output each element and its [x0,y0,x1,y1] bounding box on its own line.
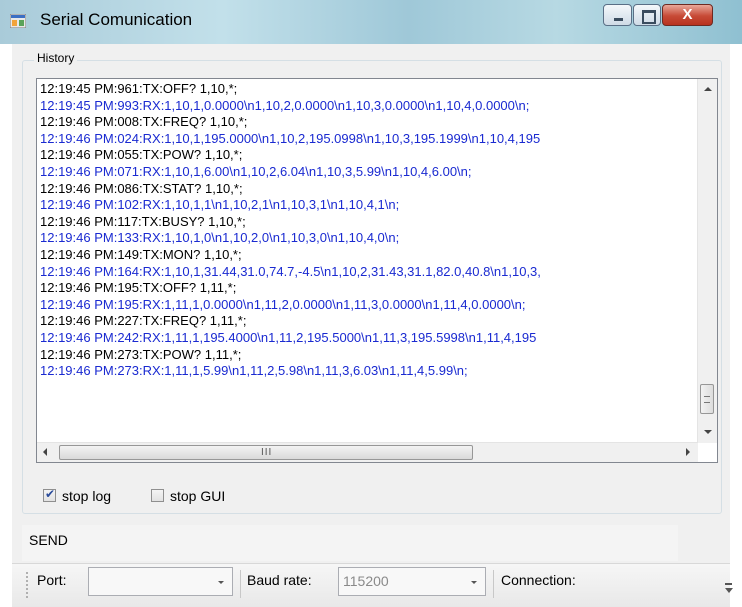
log-line: 12:19:46 PM:195:RX:1,11,1,0.0000\n1,11,2… [40,296,526,312]
log-line: 12:19:46 PM:227:TX:FREQ? 1,11,*; [40,313,247,329]
serial-communication-window: Serial Comunication X History 12:19:45 P… [0,0,742,607]
scroll-grip-icon: III [261,447,273,458]
log-line: 12:19:46 PM:273:RX:1,11,1,5.99\n1,11,2,5… [40,363,468,379]
log-line: 12:19:46 PM:195:TX:OFF? 1,11,*; [40,280,237,296]
title-bar[interactable]: Serial Comunication X [0,0,742,44]
send-button[interactable]: SEND [29,532,68,548]
log-line: 12:19:46 PM:117:TX:BUSY? 1,10,*; [40,213,246,229]
log-line: 12:19:46 PM:086:TX:STAT? 1,10,*; [40,180,243,196]
baud-rate-label: Baud rate: [247,572,312,588]
toolbar-separator [493,570,494,598]
toolbar-separator [240,570,241,598]
toolbar-overflow-icon[interactable] [724,583,733,595]
log-line: 12:19:46 PM:008:TX:FREQ? 1,10,*; [40,114,248,130]
stop-log-label[interactable]: stop log [62,488,111,504]
log-line: 12:19:46 PM:164:RX:1,10,1,31.44,31.0,74.… [40,263,541,279]
baud-rate-dropdown[interactable]: 115200 [338,567,486,596]
baud-rate-value: 115200 [343,573,389,589]
log-line: 12:19:45 PM:961:TX:OFF? 1,10,*; [40,81,238,96]
scroll-up-icon[interactable] [704,87,712,91]
close-icon: X [682,6,693,23]
stop-gui-label[interactable]: stop GUI [170,488,225,504]
history-log[interactable]: 12:19:45 PM:961:TX:OFF? 1,10,*; 12:19:45 … [36,78,718,463]
scroll-right-icon[interactable] [686,448,690,456]
log-line: 12:19:46 PM:024:RX:1,10,1,195.0000\n1,10… [40,130,541,146]
log-line: 12:19:46 PM:242:RX:1,11,1,195.4000\n1,11… [40,329,537,345]
history-lines: 12:19:45 PM:961:TX:OFF? 1,10,*; 12:19:45 … [40,81,695,380]
vertical-scrollbar[interactable] [697,79,717,443]
stop-log-checkbox[interactable] [43,487,56,502]
connection-label: Connection: [501,572,576,588]
vertical-scroll-thumb[interactable] [700,384,714,414]
log-line: 12:19:46 PM:055:TX:POW? 1,10,*; [40,147,243,163]
log-line: 12:19:46 PM:149:TX:MON? 1,10,*; [40,246,242,262]
chevron-down-icon[interactable] [218,581,224,584]
chevron-down-icon[interactable] [471,581,477,584]
horizontal-scrollbar[interactable]: III [37,442,698,462]
log-line: 12:19:46 PM:273:TX:POW? 1,11,*; [40,346,242,362]
app-window-icon [10,14,26,28]
port-dropdown[interactable] [88,567,233,596]
scroll-left-icon[interactable] [43,448,47,456]
log-line: 12:19:46 PM:071:RX:1,10,1,6.00\n1,10,2,6… [40,163,472,179]
history-group-label: History [34,51,78,65]
minimize-button[interactable] [603,4,632,26]
horizontal-scroll-thumb[interactable]: III [59,445,473,460]
log-line: 12:19:46 PM:133:RX:1,10,1,0\n1,10,2,0\n1… [40,230,400,246]
window-title: Serial Comunication [40,10,193,29]
port-label: Port: [37,572,67,588]
scroll-down-icon[interactable] [704,430,712,434]
toolbar-grip-icon[interactable] [26,572,30,598]
close-button[interactable]: X [662,4,713,26]
maximize-button[interactable] [633,4,661,26]
send-panel[interactable] [22,525,678,561]
stop-gui-checkbox[interactable] [151,489,164,502]
log-line: 12:19:45 PM:993:RX:1,10,1,0.0000\n1,10,2… [40,97,530,113]
log-line: 12:19:46 PM:102:RX:1,10,1,1\n1,10,2,1\n1… [40,197,400,213]
